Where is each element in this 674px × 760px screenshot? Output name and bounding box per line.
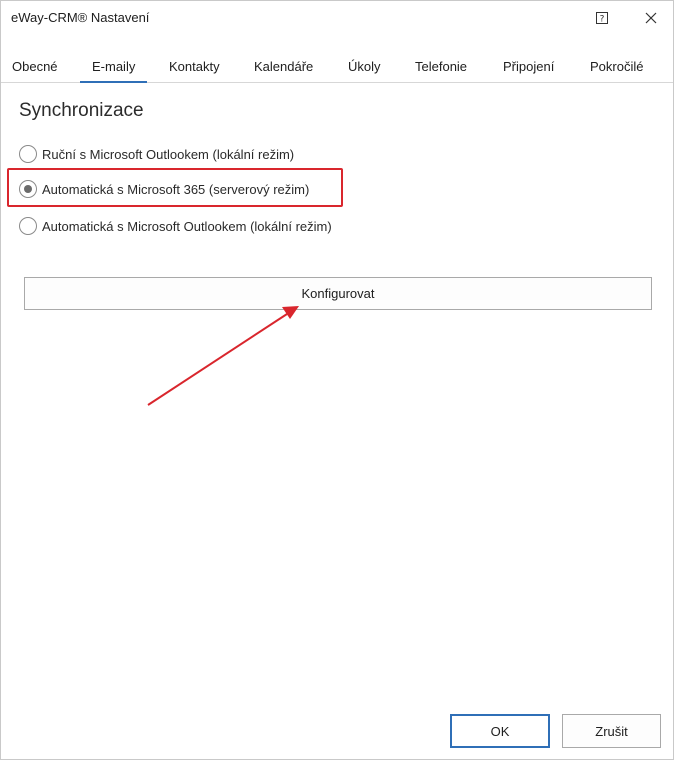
radio-button[interactable]	[19, 145, 37, 163]
configure-button[interactable]: Konfigurovat	[24, 277, 652, 310]
ok-button[interactable]: OK	[450, 714, 550, 748]
section-heading: Synchronizace	[19, 100, 144, 121]
tab-calendars[interactable]: Kalendáře	[254, 59, 313, 74]
close-icon	[645, 12, 657, 24]
radio-button-selected[interactable]	[19, 180, 37, 198]
window-title: eWay-CRM® Nastavení	[11, 10, 150, 25]
settings-dialog: eWay-CRM® Nastavení ? Obecné E-maily Kon…	[0, 0, 674, 760]
tab-bar: Obecné E-maily Kontakty Kalendáře Úkoly …	[1, 51, 673, 83]
tab-advanced[interactable]: Pokročilé	[590, 59, 643, 74]
tab-contacts[interactable]: Kontakty	[169, 59, 220, 74]
close-button[interactable]	[637, 5, 665, 31]
tab-emails[interactable]: E-maily	[79, 59, 148, 83]
cancel-button[interactable]: Zrušit	[562, 714, 661, 748]
radio-auto-outlook[interactable]: Automatická s Microsoft Outlookem (lokál…	[19, 215, 332, 237]
svg-text:?: ?	[600, 15, 605, 25]
help-icon: ?	[596, 12, 608, 24]
radio-label: Ruční s Microsoft Outlookem (lokální rež…	[42, 146, 295, 162]
title-bar: eWay-CRM® Nastavení ?	[1, 1, 673, 37]
tab-tasks[interactable]: Úkoly	[348, 59, 381, 74]
radio-label: Automatická s Microsoft Outlookem (lokál…	[42, 218, 332, 234]
tab-general[interactable]: Obecné	[12, 59, 58, 74]
tab-telephony[interactable]: Telefonie	[415, 59, 467, 74]
help-button[interactable]: ?	[588, 5, 616, 31]
radio-button[interactable]	[19, 217, 37, 235]
tab-connection[interactable]: Připojení	[503, 59, 554, 74]
radio-manual-outlook[interactable]: Ruční s Microsoft Outlookem (lokální rež…	[19, 143, 294, 165]
radio-label: Automatická s Microsoft 365 (serverový r…	[42, 181, 310, 197]
radio-auto-m365[interactable]: Automatická s Microsoft 365 (serverový r…	[19, 178, 309, 200]
